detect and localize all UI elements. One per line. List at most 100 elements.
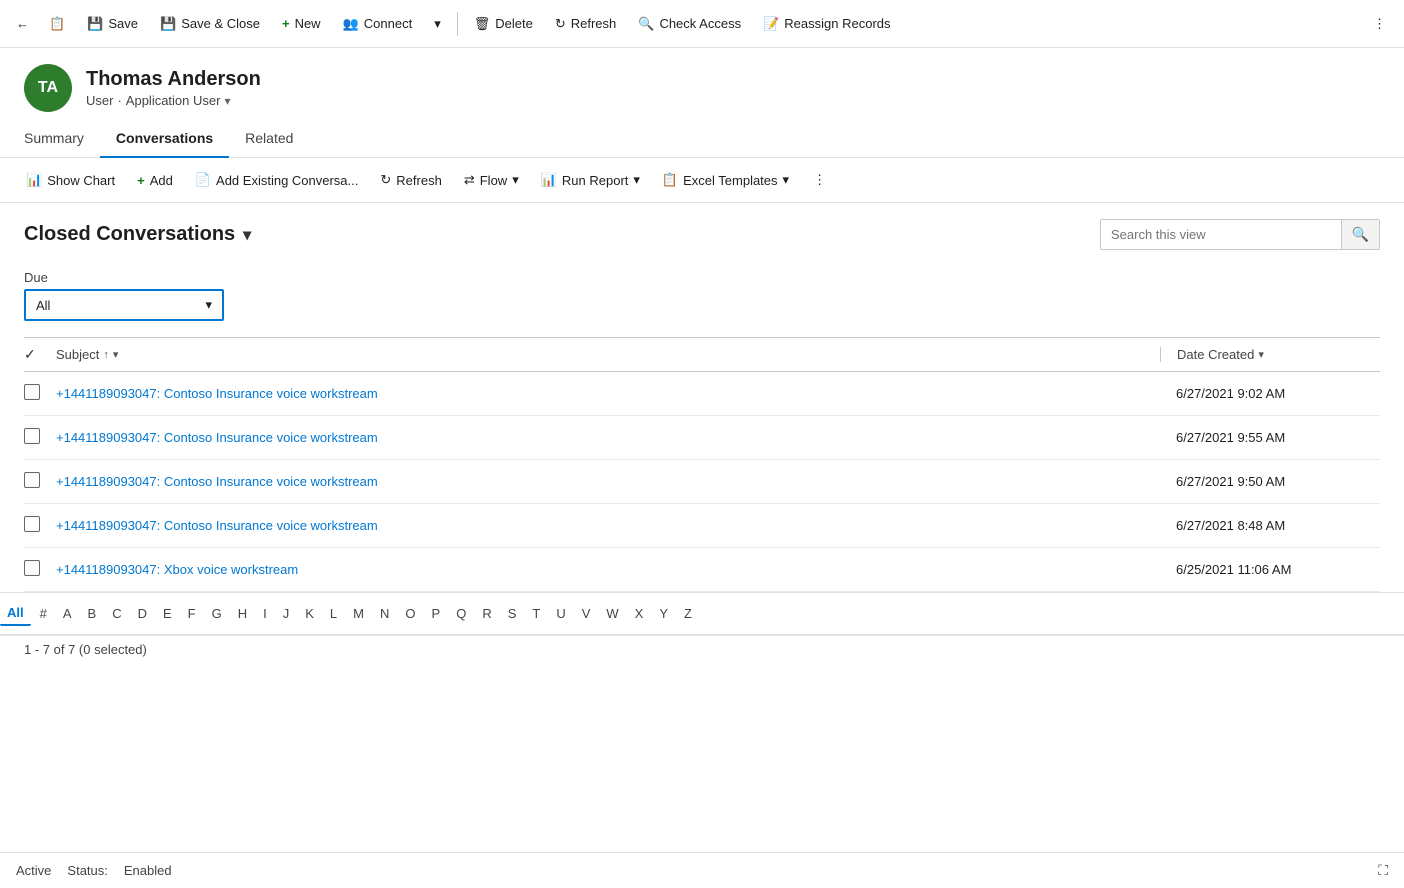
search-button[interactable]: 🔍 — [1341, 220, 1379, 249]
row-date-2: 6/27/2021 9:50 AM — [1160, 474, 1380, 489]
row-subject-4[interactable]: +1441189093047: Xbox voice workstream — [56, 562, 1152, 577]
row-checkbox-2[interactable] — [24, 472, 48, 491]
chart-icon: 📊 — [26, 172, 42, 188]
alpha-item-u[interactable]: U — [549, 602, 572, 625]
alpha-item-e[interactable]: E — [156, 602, 179, 625]
flow-button[interactable]: ⇄ Flow ▾ — [454, 166, 529, 194]
alpha-item-b[interactable]: B — [81, 602, 104, 625]
connect-button[interactable]: 👥 Connect — [333, 10, 423, 38]
sort-desc-icon[interactable]: ▾ — [113, 348, 119, 361]
view-title-chevron-icon[interactable]: ▾ — [243, 225, 251, 245]
table-row: +1441189093047: Xbox voice workstream 6/… — [24, 548, 1380, 592]
table-row: +1441189093047: Contoso Insurance voice … — [24, 372, 1380, 416]
excel-templates-button[interactable]: 📋 Excel Templates ▾ — [652, 166, 799, 194]
user-header: TA Thomas Anderson User · Application Us… — [0, 48, 1404, 120]
alpha-item-s[interactable]: S — [501, 602, 524, 625]
table-row: +1441189093047: Contoso Insurance voice … — [24, 460, 1380, 504]
alpha-item-f[interactable]: F — [181, 602, 203, 625]
sub-refresh-button[interactable]: ↻ Refresh — [370, 166, 451, 194]
excel-icon: 📋 — [662, 172, 678, 188]
alpha-item-n[interactable]: N — [373, 602, 396, 625]
top-toolbar: ← 📋 💾 Save 💾 Save & Close + New 👥 Connec… — [0, 0, 1404, 48]
table-header: ✓ Subject ↑ ▾ Date Created ▾ — [24, 337, 1380, 372]
alpha-item-g[interactable]: G — [205, 602, 229, 625]
row-subject-0[interactable]: +1441189093047: Contoso Insurance voice … — [56, 386, 1152, 401]
status-active: Active — [16, 863, 51, 878]
alpha-item-p[interactable]: P — [425, 602, 448, 625]
connect-icon: 👥 — [343, 16, 359, 32]
show-chart-button[interactable]: 📊 Show Chart — [16, 166, 125, 194]
sub-more-button[interactable]: ⋮ — [803, 166, 836, 194]
alpha-item-j[interactable]: J — [276, 602, 297, 625]
search-input[interactable] — [1101, 221, 1341, 248]
alpha-item-h[interactable]: H — [231, 602, 254, 625]
check-all-icon[interactable]: ✓ — [24, 346, 36, 363]
alpha-item-w[interactable]: W — [599, 602, 625, 625]
row-checkbox-1[interactable] — [24, 428, 48, 447]
row-subject-1[interactable]: +1441189093047: Contoso Insurance voice … — [56, 430, 1152, 445]
alpha-item-m[interactable]: M — [346, 602, 371, 625]
row-subject-2[interactable]: +1441189093047: Contoso Insurance voice … — [56, 474, 1152, 489]
add-icon: + — [137, 173, 145, 188]
save-close-button[interactable]: 💾 Save & Close — [150, 10, 270, 38]
row-checkbox-4[interactable] — [24, 560, 48, 579]
search-box: 🔍 — [1100, 219, 1380, 250]
back-button[interactable]: ← — [8, 10, 37, 37]
alpha-item-y[interactable]: Y — [652, 602, 675, 625]
alpha-item-r[interactable]: R — [475, 602, 498, 625]
run-report-chevron-icon: ▾ — [633, 172, 640, 188]
alpha-item-#[interactable]: # — [33, 602, 54, 625]
alpha-item-k[interactable]: K — [298, 602, 321, 625]
row-date-4: 6/25/2021 11:06 AM — [1160, 562, 1380, 577]
dropdown-button[interactable]: ▾ — [424, 10, 451, 38]
run-report-button[interactable]: 📊 Run Report ▾ — [531, 166, 650, 194]
alpha-item-z[interactable]: Z — [677, 602, 699, 625]
sort-asc-icon[interactable]: ↑ — [103, 349, 109, 361]
alpha-item-v[interactable]: V — [575, 602, 598, 625]
alpha-item-a[interactable]: A — [56, 602, 79, 625]
alpha-item-t[interactable]: T — [525, 602, 547, 625]
pagination-label: 1 - 7 of 7 (0 selected) — [24, 642, 147, 657]
filter-section: Due All ▾ — [24, 262, 1380, 337]
new-button[interactable]: + New — [272, 10, 331, 37]
user-type-label: Application User — [126, 93, 221, 108]
add-existing-icon: 📄 — [195, 172, 211, 188]
due-filter-select[interactable]: All ▾ — [24, 289, 224, 321]
more-icon: ⋮ — [1373, 16, 1386, 32]
user-role-chevron-icon[interactable]: ▾ — [224, 94, 230, 108]
header-check[interactable]: ✓ — [24, 346, 48, 363]
row-subject-3[interactable]: +1441189093047: Contoso Insurance voice … — [56, 518, 1152, 533]
alpha-item-all[interactable]: All — [0, 601, 31, 626]
tab-related[interactable]: Related — [229, 120, 309, 158]
date-label: Date Created — [1177, 347, 1254, 362]
alpha-item-d[interactable]: D — [131, 602, 154, 625]
record-icon-button[interactable]: 📋 — [39, 10, 75, 38]
delete-button[interactable]: 🗑 Delete — [464, 10, 543, 38]
alpha-item-q[interactable]: Q — [449, 602, 473, 625]
tab-conversations[interactable]: Conversations — [100, 120, 229, 158]
row-checkbox-3[interactable] — [24, 516, 48, 535]
alpha-item-o[interactable]: O — [398, 602, 422, 625]
check-access-button[interactable]: 🔍 Check Access — [628, 10, 751, 38]
excel-chevron-icon: ▾ — [783, 172, 790, 188]
tab-summary[interactable]: Summary — [24, 120, 100, 158]
bottom-expand-icon[interactable]: ⛶ — [1378, 862, 1388, 879]
alpha-item-c[interactable]: C — [105, 602, 128, 625]
add-button[interactable]: + Add — [127, 167, 183, 194]
alpha-item-x[interactable]: X — [628, 602, 651, 625]
add-existing-button[interactable]: 📄 Add Existing Conversa... — [185, 166, 369, 194]
refresh-button[interactable]: ↻ Refresh — [545, 10, 626, 38]
alpha-nav: All#ABCDEFGHIJKLMNOPQRSTUVWXYZ — [0, 592, 1404, 635]
more-options-button[interactable]: ⋮ — [1363, 10, 1396, 38]
date-sort-icon[interactable]: ▾ — [1258, 348, 1264, 361]
row-checkbox-0[interactable] — [24, 384, 48, 403]
sub-more-icon: ⋮ — [813, 172, 826, 188]
content-area: Closed Conversations ▾ 🔍 Due All ▾ ✓ Sub… — [0, 203, 1404, 592]
reassign-button[interactable]: 📝 Reassign Records — [753, 10, 900, 38]
check-access-icon: 🔍 — [638, 16, 654, 32]
save-button[interactable]: 💾 Save — [77, 10, 148, 38]
filter-label: Due — [24, 270, 1380, 285]
alpha-item-l[interactable]: L — [323, 602, 344, 625]
sub-refresh-icon: ↻ — [380, 172, 391, 188]
alpha-item-i[interactable]: I — [256, 602, 274, 625]
